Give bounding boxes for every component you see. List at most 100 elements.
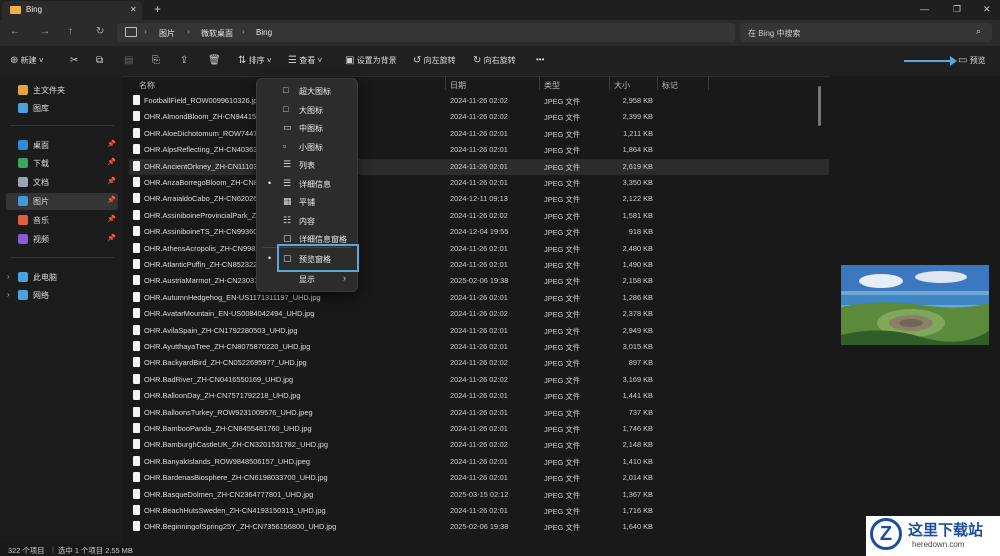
file-row[interactable]: OHR.BanyakIslands_ROW9848506157_UHD.jpeg… (129, 454, 829, 470)
rename-icon[interactable]: ⎘ (152, 55, 160, 66)
new-tab-button[interactable]: + (154, 2, 161, 16)
file-row[interactable]: OHR.AssiniboineTS_ZH-CN993604 2024-12-04 … (129, 224, 829, 240)
file-name: OHR.AvatarMountain_EN-US0084042494_UHD.j… (144, 309, 315, 319)
breadcrumb-pictures[interactable]: 图片 (159, 28, 175, 39)
set-background-button[interactable]: ▣ 设置为背景 (345, 55, 397, 66)
file-row[interactable]: OHR.BackyardBird_ZH-CN0522695977_UHD.jpg… (129, 355, 829, 371)
delete-icon[interactable]: 🗑 (208, 55, 221, 66)
sidebar-item[interactable]: 文档 📌 (6, 174, 118, 191)
view-menu-item[interactable]: □ 大图标 (257, 100, 357, 119)
file-list: 名称 日期 类型 大小 标记 FootballField_ROW00996103… (123, 76, 829, 542)
file-date: 2024-11-26 02:02 (450, 112, 508, 122)
minimize-button[interactable]: — (920, 4, 929, 14)
address-bar[interactable]: › 图片 › 微软桌面 › Bing (117, 23, 735, 42)
forward-arrow-icon[interactable]: → (40, 26, 50, 37)
view-menu-label: 平铺 (299, 198, 315, 207)
file-row[interactable]: OHR.AvilaSpain_ZH-CN1792280503_UHD.jpg 20… (129, 323, 829, 339)
view-menu-item[interactable]: ▦ 平铺 (257, 192, 357, 211)
file-row[interactable]: OHR.AthensAcropolis_ZH-CN9982 2024-11-26 … (129, 241, 829, 257)
view-menu-item[interactable]: ☰ 列表 (257, 155, 357, 174)
close-button[interactable]: ✕ (983, 4, 991, 15)
new-button[interactable]: ⊕ 新建 ˅ (10, 55, 44, 66)
share-icon[interactable]: ⇪ (180, 55, 188, 66)
cut-icon[interactable]: ✂ (70, 55, 78, 66)
file-row[interactable]: OHR.BasqueDolmen_ZH-CN2364777801_UHD.jpg… (129, 487, 829, 503)
breadcrumb-desktop[interactable]: 微软桌面 (201, 28, 233, 39)
column-date[interactable]: 日期 (450, 80, 466, 91)
file-row[interactable]: OHR.BeachHutsSweden_ZH-CN4193150313_UHD.… (129, 503, 829, 519)
expand-chevron-icon[interactable]: › (7, 272, 10, 281)
file-row[interactable]: OHR.BalloonsTurkey_ROW9231009576_UHD.jpe… (129, 405, 829, 421)
file-row[interactable]: OHR.AyutthayaTree_ZH-CN8075870220_UHD.jp… (129, 339, 829, 355)
view-button[interactable]: ☰ 查看 ˅ (288, 55, 322, 66)
file-type: JPEG 文件 (544, 375, 581, 385)
view-mode-icon: □ (283, 85, 289, 95)
pin-icon: 📌 (107, 159, 116, 166)
sidebar-item[interactable]: 音乐 📌 (6, 212, 118, 229)
scrollbar[interactable] (818, 86, 821, 126)
file-row[interactable]: OHR.AloeDichotomum_ROW7447 2024-11-26 02:… (129, 126, 829, 142)
more-button[interactable]: ••• (536, 55, 544, 64)
sidebar-item[interactable]: 主文件夹 (6, 82, 118, 99)
view-icon: ☰ (288, 55, 297, 66)
expand-chevron-icon[interactable]: › (7, 290, 10, 299)
image-file-icon (133, 160, 140, 171)
view-menu-item[interactable]: ▫ 小图标 (257, 137, 357, 156)
sidebar-item[interactable]: 图库 (6, 100, 118, 117)
rotate-right-button[interactable]: ↻ 向右旋转 (473, 55, 516, 66)
file-row[interactable]: OHR.AtlanticPuffin_ZH-CN852322 2024-11-26… (129, 257, 829, 273)
maximize-button[interactable]: ❐ (953, 4, 961, 15)
back-arrow-icon[interactable]: ← (10, 26, 20, 37)
file-date: 2024-11-26 02:01 (450, 128, 508, 138)
file-row[interactable]: OHR.AvatarMountain_EN-US0084042494_UHD.j… (129, 306, 829, 322)
rotate-left-button[interactable]: ↺ 向左旋转 (413, 55, 456, 66)
sidebar-item[interactable]: › 网络 (6, 287, 118, 304)
file-row[interactable]: OHR.BambooPanda_ZH-CN8455481760_UHD.jpg 2… (129, 421, 829, 437)
file-row[interactable]: OHR.AutumnHedgehog_EN-US1171311197_UHD.j… (129, 290, 829, 306)
copy-icon[interactable]: ⧉ (96, 55, 103, 66)
paste-icon[interactable]: ▤ (124, 55, 133, 66)
view-menu-item[interactable]: ▭ 中图标 (257, 118, 357, 137)
sidebar-item[interactable]: 桌面 📌 (6, 137, 118, 154)
view-menu-item[interactable]: ☷ 内容 (257, 211, 357, 230)
sort-button[interactable]: ⇅ 排序 ˅ (238, 55, 272, 66)
sidebar-item[interactable]: › 此电脑 (6, 269, 118, 286)
file-row[interactable]: OHR.AlmondBloom_ZH-CN9441554 2024-11-26 0… (129, 109, 829, 125)
sidebar-item[interactable]: 下载 📌 (6, 155, 118, 172)
sidebar-item-label: 桌面 (33, 141, 49, 150)
file-row[interactable]: OHR.AncientOrkney_ZH-CN11103 2024-11-26 0… (129, 158, 829, 175)
breadcrumb-bing[interactable]: Bing (256, 28, 272, 37)
file-row[interactable]: OHR.BeginningofSpring25Y_ZH-CN7356156800… (129, 519, 829, 535)
file-row[interactable]: FootballField_ROW0099610326.jpg 2024-11-2… (129, 93, 829, 109)
column-size[interactable]: 大小 (614, 80, 630, 91)
image-file-icon (133, 488, 140, 499)
file-row[interactable]: OHR.AlpsReflecting_ZH-CN403632 2024-11-26… (129, 142, 829, 158)
file-type: JPEG 文件 (544, 179, 581, 188)
folder-icon (10, 6, 21, 14)
file-name: OHR.BackyardBird_ZH-CN0522695977_UHD.jpg (144, 358, 307, 368)
file-row[interactable]: OHR.BalloonDay_ZH-CN7571792218_UHD.jpg 20… (129, 388, 829, 404)
view-menu-item[interactable]: □ 超大图标 (257, 81, 357, 100)
file-date: 2024-11-26 02:01 (450, 260, 508, 269)
refresh-icon[interactable]: ↻ (96, 26, 104, 37)
tab-bing[interactable]: Bing ✕ (2, 1, 142, 20)
file-name: OHR.BardenasBiosphere_ZH-CN6198033700_UH… (144, 473, 328, 483)
view-menu-label: 列表 (299, 161, 315, 170)
search-input[interactable]: 在 Bing 中搜索 ⌕ (740, 23, 992, 42)
file-row[interactable]: OHR.AssiniboineProvincialPark_ZH 2024-11-… (129, 208, 829, 224)
file-row[interactable]: OHR.ArraialdoCabo_ZH-CN62026 2024-12-11 0… (129, 191, 829, 207)
tab-close-icon[interactable]: ✕ (130, 5, 137, 14)
column-type[interactable]: 类型 (544, 80, 560, 91)
column-name[interactable]: 名称 (139, 80, 155, 91)
sidebar-item[interactable]: 视频 📌 (6, 231, 118, 248)
file-row[interactable]: OHR.AustriaMarmot_ZH-CN23037 2025-02-06 1… (129, 273, 829, 289)
file-row[interactable]: OHR.AnzaBorregoBloom_ZH-CN8 2024-11-26 02… (129, 175, 829, 191)
view-menu-item[interactable]: • ☰ 详细信息 (257, 174, 357, 193)
file-row[interactable]: OHR.BardenasBiosphere_ZH-CN6198033700_UH… (129, 470, 829, 486)
up-arrow-icon[interactable]: ↑ (68, 26, 73, 37)
preview-button[interactable]: ▭ 预览 (958, 55, 986, 66)
sidebar-item[interactable]: 图片 📌 (6, 193, 118, 210)
file-row[interactable]: OHR.BadRiver_ZH-CN0416550169_UHD.jpg 2024… (129, 372, 829, 388)
file-row[interactable]: OHR.BamburghCastleUK_ZH-CN3201531782_UHD… (129, 437, 829, 453)
column-tag[interactable]: 标记 (662, 80, 678, 91)
